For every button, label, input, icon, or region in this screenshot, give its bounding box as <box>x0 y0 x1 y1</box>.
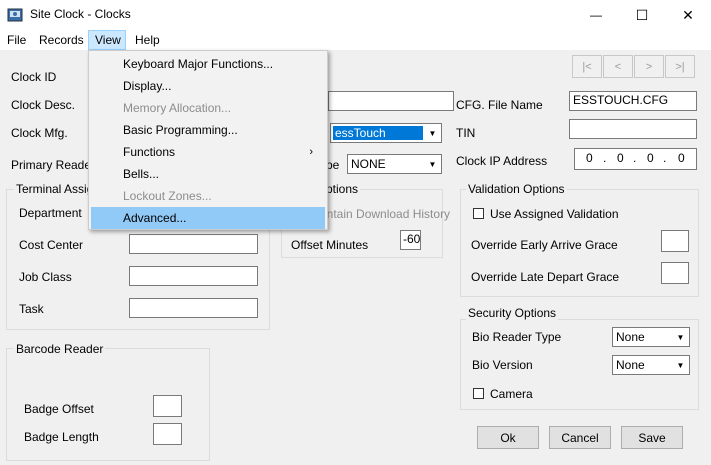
chevron-down-icon: ▼ <box>428 159 437 169</box>
menu-file[interactable]: File <box>1 30 32 50</box>
ok-label: Ok <box>500 430 516 445</box>
clock-mfg-value: essTouch <box>335 126 386 140</box>
task-label: Task <box>19 302 44 316</box>
last-icon: >| <box>675 60 685 73</box>
tin-label: TIN <box>456 126 476 140</box>
bio-reader-type-select[interactable]: None ▼ <box>612 327 690 347</box>
clock-id-label: Clock ID <box>11 70 57 84</box>
offset-minutes-input[interactable]: -60 <box>400 230 421 250</box>
bio-reader-type-value: None <box>616 330 645 344</box>
save-button[interactable]: Save <box>621 426 683 449</box>
chevron-down-icon: ▼ <box>676 360 685 370</box>
badge-length-input[interactable] <box>153 423 182 445</box>
cancel-button[interactable]: Cancel <box>549 426 611 449</box>
clock-desc-label: Clock Desc. <box>11 98 76 112</box>
job-class-input[interactable] <box>129 266 258 286</box>
camera-checkbox[interactable] <box>473 388 484 399</box>
badge-offset-label: Badge Offset <box>24 402 94 416</box>
next-record-button[interactable]: > <box>634 55 664 78</box>
job-class-label: Job Class <box>19 270 72 284</box>
ip-octet-1[interactable]: 0 <box>586 151 593 165</box>
early-arrive-input[interactable] <box>661 230 689 252</box>
maintain-download-label: intain Download History <box>324 207 451 221</box>
first-record-button[interactable]: |< <box>572 55 602 78</box>
next-icon: > <box>645 60 653 73</box>
badge-length-label: Badge Length <box>24 430 99 444</box>
close-icon: ✕ <box>682 6 694 23</box>
bio-version-select[interactable]: None ▼ <box>612 355 690 375</box>
save-label: Save <box>638 430 666 445</box>
task-input[interactable] <box>129 298 258 318</box>
validation-options-title: Validation Options <box>466 182 567 196</box>
bio-version-label: Bio Version <box>472 358 533 372</box>
close-button[interactable]: ✕ <box>665 0 711 30</box>
options-title: ptions <box>324 182 361 196</box>
badge-offset-input[interactable] <box>153 395 182 417</box>
offset-minutes-label: Offset Minutes <box>291 238 369 252</box>
menu-item-basic-programming[interactable]: Basic Programming... <box>91 119 325 141</box>
clock-ip-label: Clock IP Address <box>456 154 548 168</box>
early-arrive-label: Override Early Arrive Grace <box>471 238 618 252</box>
menu-item-lockout-zones: Lockout Zones... <box>123 189 212 203</box>
maximize-icon: ☐ <box>635 6 649 23</box>
tin-input[interactable] <box>569 119 697 139</box>
ip-octet-4[interactable]: 0 <box>678 151 685 165</box>
menu-item-memory-allocation: Memory Allocation... <box>123 101 232 115</box>
maximize-button[interactable]: ☐ <box>619 0 665 30</box>
submenu-arrow-icon: › <box>309 146 313 158</box>
camera-label: Camera <box>490 387 533 401</box>
bio-reader-type-label: Bio Reader Type <box>472 330 562 344</box>
cost-center-label: Cost Center <box>19 238 84 252</box>
security-options-title: Security Options <box>466 306 559 320</box>
reader-type-value: NONE <box>351 157 386 171</box>
minimize-button[interactable]: — <box>573 0 619 30</box>
cancel-label: Cancel <box>561 430 599 445</box>
app-clock-icon <box>7 7 23 23</box>
cfg-file-input[interactable]: ESSTOUCH.CFG <box>569 91 697 111</box>
use-assigned-validation-label: Use Assigned Validation <box>490 207 619 221</box>
chevron-down-icon: ▼ <box>676 332 685 342</box>
chevron-down-icon: ▼ <box>428 128 437 138</box>
ip-octet-3[interactable]: 0 <box>647 151 654 165</box>
view-menu-dropdown: Keyboard Major Functions... Display... M… <box>88 50 328 230</box>
first-icon: |< <box>582 60 592 73</box>
late-depart-label: Override Late Depart Grace <box>471 270 620 284</box>
bio-version-value: None <box>616 358 645 372</box>
window-title: Site Clock - Clocks <box>30 7 131 21</box>
menu-item-advanced[interactable]: Advanced... <box>91 207 325 229</box>
barcode-reader-title: Barcode Reader <box>14 342 106 356</box>
use-assigned-validation-checkbox[interactable] <box>473 208 484 219</box>
menu-item-keyboard-major-functions[interactable]: Keyboard Major Functions... <box>91 53 325 75</box>
department-label: Department <box>19 206 82 220</box>
minimize-icon: — <box>590 8 602 22</box>
reader-type-select[interactable]: NONE ▼ <box>347 154 442 174</box>
reader-type-label: pe <box>326 158 340 172</box>
ok-button[interactable]: Ok <box>477 426 539 449</box>
prev-record-button[interactable]: < <box>603 55 633 78</box>
cfg-file-label: CFG. File Name <box>456 98 543 112</box>
late-depart-input[interactable] <box>661 262 689 284</box>
clock-mfg-label: Clock Mfg. <box>11 126 68 140</box>
menu-records[interactable]: Records <box>33 30 90 50</box>
last-record-button[interactable]: >| <box>665 55 695 78</box>
menu-view[interactable]: View <box>88 30 126 50</box>
prev-icon: < <box>614 60 622 73</box>
cost-center-input[interactable] <box>129 234 258 254</box>
ip-octet-2[interactable]: 0 <box>617 151 624 165</box>
menu-item-bells[interactable]: Bells... <box>91 163 325 185</box>
menu-item-display[interactable]: Display... <box>91 75 325 97</box>
clock-ip-input[interactable]: 0 . 0 . 0 . 0 <box>574 148 697 170</box>
menu-help[interactable]: Help <box>129 30 166 50</box>
clock-desc-input[interactable] <box>328 91 454 111</box>
clock-mfg-select[interactable]: essTouch ▼ <box>330 123 442 143</box>
menu-item-functions[interactable]: Functions › <box>91 141 325 163</box>
